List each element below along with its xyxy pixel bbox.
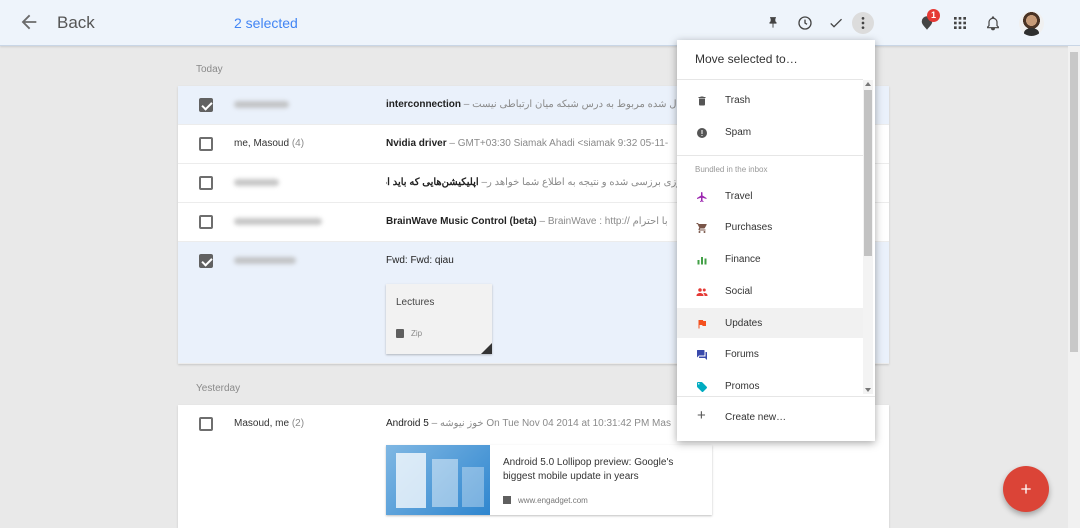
menu-item-updates[interactable]: Updates <box>677 308 863 338</box>
section-label-today: Today <box>196 64 223 75</box>
menu-divider <box>677 396 875 397</box>
page-fold-icon <box>481 343 492 354</box>
link-preview-title: Android 5.0 Lollipop preview: Google's b… <box>503 457 674 482</box>
menu-item-finance[interactable]: Finance <box>677 244 863 274</box>
compose-fab-button[interactable] <box>1003 466 1049 512</box>
scroll-up-arrow-icon[interactable] <box>865 82 871 86</box>
section-label-yesterday: Yesterday <box>196 383 241 394</box>
menu-divider <box>677 155 863 156</box>
spam-icon <box>696 126 708 138</box>
menu-item-forums[interactable]: Forums <box>677 339 863 369</box>
sender-name: me, Masoud (4) <box>234 138 305 149</box>
row-checkbox[interactable] <box>199 417 213 431</box>
menu-item-spam[interactable]: Spam <box>677 117 863 147</box>
sender-redacted <box>234 218 322 225</box>
attachment-card[interactable]: Lectures Zip <box>386 284 492 354</box>
back-arrow-icon[interactable] <box>18 11 40 33</box>
row-checkbox[interactable] <box>199 176 213 190</box>
social-people-icon <box>696 285 708 297</box>
menu-item-travel[interactable]: Travel <box>677 181 863 211</box>
forums-chat-icon <box>696 348 708 360</box>
avatar[interactable] <box>1019 11 1044 36</box>
message-preview: BrainWave Music Control (beta) – BrainWa… <box>386 216 668 227</box>
menu-item-social[interactable]: Social <box>677 276 863 306</box>
menu-item-create-new[interactable]: + Create new… <box>677 402 875 432</box>
sender-redacted <box>234 257 296 264</box>
menu-divider <box>677 79 863 80</box>
row-checkbox[interactable] <box>199 98 213 112</box>
menu-scrollbar-thumb[interactable] <box>864 90 872 256</box>
menu-title: Move selected to… <box>695 52 798 66</box>
attachment-type: Zip <box>411 329 423 338</box>
travel-plane-icon <box>696 190 708 202</box>
menu-item-purchases[interactable]: Purchases <box>677 212 863 242</box>
sender-redacted <box>234 179 279 186</box>
page-scrollbar[interactable] <box>1068 46 1080 528</box>
finance-chart-icon <box>696 253 708 265</box>
page-scrollbar-thumb[interactable] <box>1070 52 1078 352</box>
more-vert-icon[interactable] <box>852 12 874 34</box>
back-button[interactable]: Back <box>57 13 95 33</box>
message-preview: interconnection – شاهی ارسال شده مربوط ب… <box>386 99 686 110</box>
message-preview: Fwd: Fwd: qiau <box>386 255 454 266</box>
link-preview-domain: www.engadget.com <box>518 496 588 505</box>
link-thumbnail <box>386 445 490 515</box>
selected-count: 2 selected <box>234 15 298 31</box>
notifications-bell-icon[interactable] <box>982 12 1004 34</box>
trash-icon <box>696 94 708 106</box>
done-check-icon[interactable] <box>825 12 847 34</box>
top-toolbar: Back 2 selected 1 <box>0 0 1080 46</box>
sender-name: Masoud, me (2) <box>234 418 305 429</box>
message-preview: روزی برزسی شده و نتیجه به اطلاع شما خواه… <box>386 177 686 188</box>
plus-icon: + <box>697 407 706 424</box>
pin-icon[interactable] <box>762 12 784 34</box>
notification-badge: 1 <box>927 9 940 22</box>
purchases-cart-icon <box>696 221 708 233</box>
menu-item-trash[interactable]: Trash <box>677 85 863 115</box>
message-preview: Nvidia driver – GMT+03:30 Siamak Ahadi <… <box>386 138 669 149</box>
apps-grid-icon[interactable] <box>949 12 971 34</box>
menu-subheading: Bundled in the inbox <box>695 165 768 174</box>
plus-icon <box>1021 484 1031 494</box>
move-to-menu: Move selected to… Trash Spam Bundled in … <box>677 40 875 441</box>
row-checkbox[interactable] <box>199 215 213 229</box>
menu-scrollbar[interactable] <box>863 80 873 394</box>
link-preview-card[interactable]: Android 5.0 Lollipop preview: Google's b… <box>386 445 712 515</box>
row-checkbox[interactable] <box>199 137 213 151</box>
updates-flag-icon <box>696 317 708 329</box>
promos-tag-icon <box>696 380 708 392</box>
sender-redacted <box>234 101 289 108</box>
zip-file-icon <box>396 329 404 338</box>
scroll-down-arrow-icon[interactable] <box>865 388 871 392</box>
attachment-title: Lectures <box>396 297 435 308</box>
row-checkbox[interactable] <box>199 254 213 268</box>
message-preview: Android 5 – خوز نیوشه On Tue Nov 04 2014… <box>386 418 671 429</box>
site-favicon-icon <box>503 496 511 504</box>
snooze-clock-icon[interactable] <box>794 12 816 34</box>
